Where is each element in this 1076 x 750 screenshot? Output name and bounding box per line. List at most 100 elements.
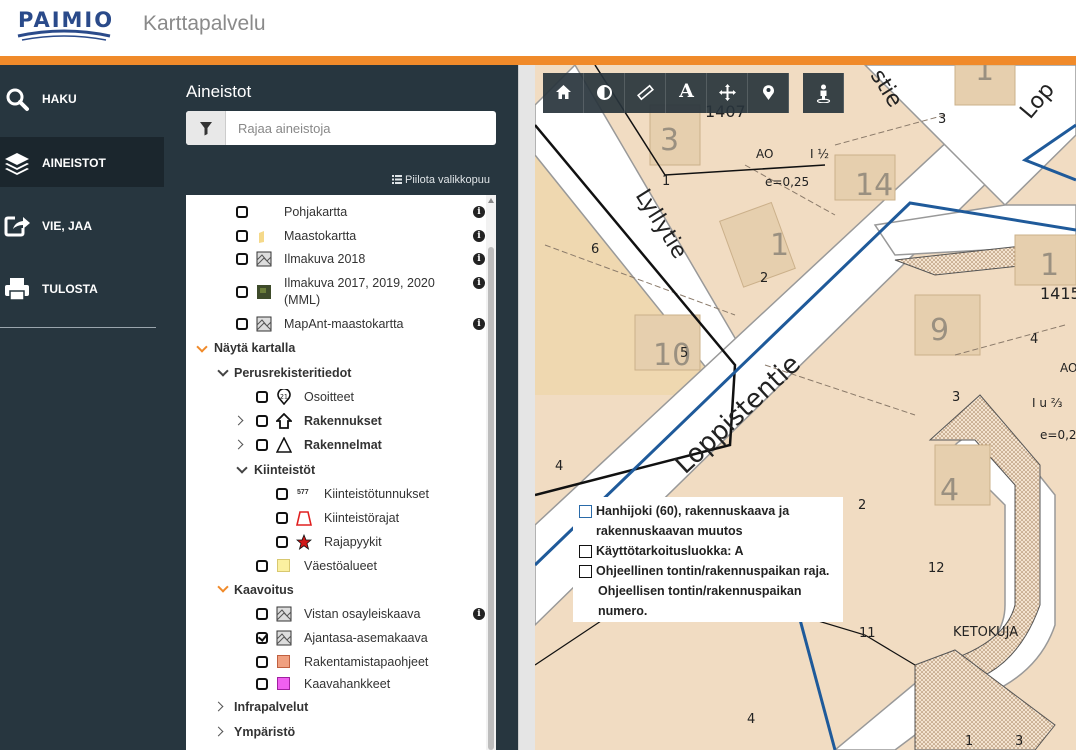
scroll-up-icon[interactable] [488, 198, 494, 203]
marker-button[interactable] [748, 73, 789, 113]
plot-small-number: 2 [858, 498, 866, 513]
text-tool-button[interactable]: A [666, 73, 707, 113]
nav-label-aineistot: AINEISTOT [42, 156, 106, 170]
layer-checkbox[interactable] [256, 439, 268, 451]
plot-number: 9 [930, 313, 949, 348]
plot-number: 3 [660, 123, 679, 158]
layer-checkbox-checked[interactable] [256, 632, 268, 644]
group-label: Kiinteistöt [254, 463, 316, 477]
layer-checkbox[interactable] [236, 230, 248, 242]
legend-item: Ohjeellisen tontin/rakennuspaikan numero… [579, 581, 841, 621]
layer-label: Ilmakuva 2018 [284, 252, 366, 266]
group-label: Kaavoitus [234, 583, 294, 597]
layer-checkbox[interactable] [276, 488, 288, 500]
panel-splitter[interactable] [518, 65, 535, 750]
layer-checkbox[interactable] [256, 560, 268, 572]
nav-item-aineistot[interactable]: AINEISTOT [0, 137, 164, 187]
measure-button[interactable] [625, 73, 666, 113]
zoning-label: AO [756, 147, 773, 161]
nav-item-tulosta[interactable]: TULOSTA [0, 263, 164, 313]
group-label: Infrapalvelut [234, 700, 309, 714]
nav-item-vie-jaa[interactable]: VIE, JAA [0, 200, 164, 250]
plot-small-number: 4 [747, 712, 755, 727]
layer-label: Ilmakuva 2017, 2019, 2020 [284, 276, 435, 290]
layer-checkbox[interactable] [236, 253, 248, 265]
layer-label: Rakennelmat [304, 438, 382, 452]
plot-number: 1 [1040, 248, 1059, 283]
legend-text: Käyttötarkoitusluokka: A [596, 544, 744, 558]
layer-checkbox[interactable] [236, 318, 248, 330]
layer-checkbox[interactable] [256, 678, 268, 690]
layer-label: Rakentamistapaohjeet [304, 655, 429, 669]
plot-small-number: 11 [859, 626, 876, 641]
layer-label: Pohjakartta [284, 205, 348, 219]
share-icon [4, 216, 30, 237]
filter-icon [200, 122, 212, 136]
info-icon[interactable]: i [473, 608, 485, 620]
layer-label: Vistan osayleiskaava [304, 607, 421, 621]
group-label: Näytä kartalla [214, 341, 296, 355]
info-icon[interactable]: i [473, 230, 485, 242]
nav-item-haku[interactable]: HAKU [0, 73, 164, 123]
plot-number: 14 [855, 168, 893, 203]
layer-checkbox[interactable] [236, 206, 248, 218]
street-view-button[interactable] [803, 73, 844, 113]
layer-ilmakuva-2017-2019-2020[interactable]: Ilmakuva 2017, 2019, 2020 (MML) i [186, 276, 486, 311]
layer-label: Kiinteistörajat [324, 511, 400, 525]
layer-label: Maastokartta [284, 229, 357, 243]
layer-checkbox[interactable] [236, 286, 248, 298]
scroll-thumb[interactable] [488, 247, 494, 750]
aerial-photo-icon [256, 251, 272, 267]
layer-checkbox[interactable] [256, 608, 268, 620]
pan-button[interactable] [707, 73, 748, 113]
terrain-map-icon [256, 316, 272, 332]
layer-label: MapAnt-maastokartta [284, 317, 404, 331]
marker-icon [763, 85, 774, 100]
map-view[interactable]: Lyllytie Loppistentie KETOKUJA stie Lop … [535, 65, 1076, 750]
home-button[interactable] [543, 73, 584, 113]
tree-scrollbar[interactable] [486, 195, 496, 750]
app-header: PAIMIO Karttapalvelu [0, 0, 1076, 56]
contrast-button[interactable] [584, 73, 625, 113]
plot-small-number: 12 [928, 561, 945, 576]
layer-checkbox[interactable] [256, 656, 268, 668]
layer-checkbox[interactable] [256, 391, 268, 403]
plot-small-number: 3 [952, 390, 960, 405]
layer-checkbox[interactable] [256, 415, 268, 427]
layer-filter-input[interactable] [228, 111, 494, 145]
legend-text: Ohjeellinen tontin/rakennuspaikan raja. [596, 564, 830, 578]
building-icon [276, 413, 292, 429]
layers-icon [5, 153, 29, 175]
info-icon[interactable]: i [473, 318, 485, 330]
layer-label: Rakennukset [304, 414, 382, 428]
info-icon[interactable]: i [473, 253, 485, 265]
main-nav: HAKU AINEISTOT VIE, JAA TULOSTA [0, 65, 164, 750]
chevron-right-icon [233, 415, 244, 426]
layer-label: Rajapyykit [324, 535, 382, 549]
plot-small-number: 3 [938, 112, 946, 127]
nav-divider [0, 327, 156, 328]
chevron-down-icon [217, 365, 229, 377]
hide-tree-toggle[interactable]: Piilota valikkopuu [392, 174, 490, 186]
hide-tree-label: Piilota valikkopuu [405, 174, 490, 186]
accent-bar [0, 56, 1076, 65]
paimio-logo[interactable]: PAIMIO [16, 6, 116, 42]
layer-label: Osoitteet [304, 390, 355, 404]
legend-text: Hanhijoki (60), rakennuskaava ja rakennu… [596, 504, 790, 538]
plan-map-icon [276, 606, 292, 622]
filter-button[interactable] [186, 111, 226, 145]
layer-panel: Aineistot Piilota valikkopuu Pohjakartta… [164, 65, 518, 750]
plan-map-icon [276, 630, 292, 646]
zoning-label: I ½ [810, 147, 829, 161]
ruler-icon [637, 84, 654, 101]
chevron-down-icon [217, 581, 229, 593]
nav-label-vie-jaa: VIE, JAA [42, 219, 93, 233]
plot-small-number: 4 [555, 459, 563, 474]
terrain-map-icon [259, 231, 264, 243]
info-icon[interactable]: i [473, 277, 485, 289]
layer-checkbox[interactable] [276, 512, 288, 524]
plot-number: 1 [975, 65, 994, 88]
info-icon[interactable]: i [473, 206, 485, 218]
search-icon [6, 88, 29, 111]
layer-checkbox[interactable] [276, 536, 288, 548]
